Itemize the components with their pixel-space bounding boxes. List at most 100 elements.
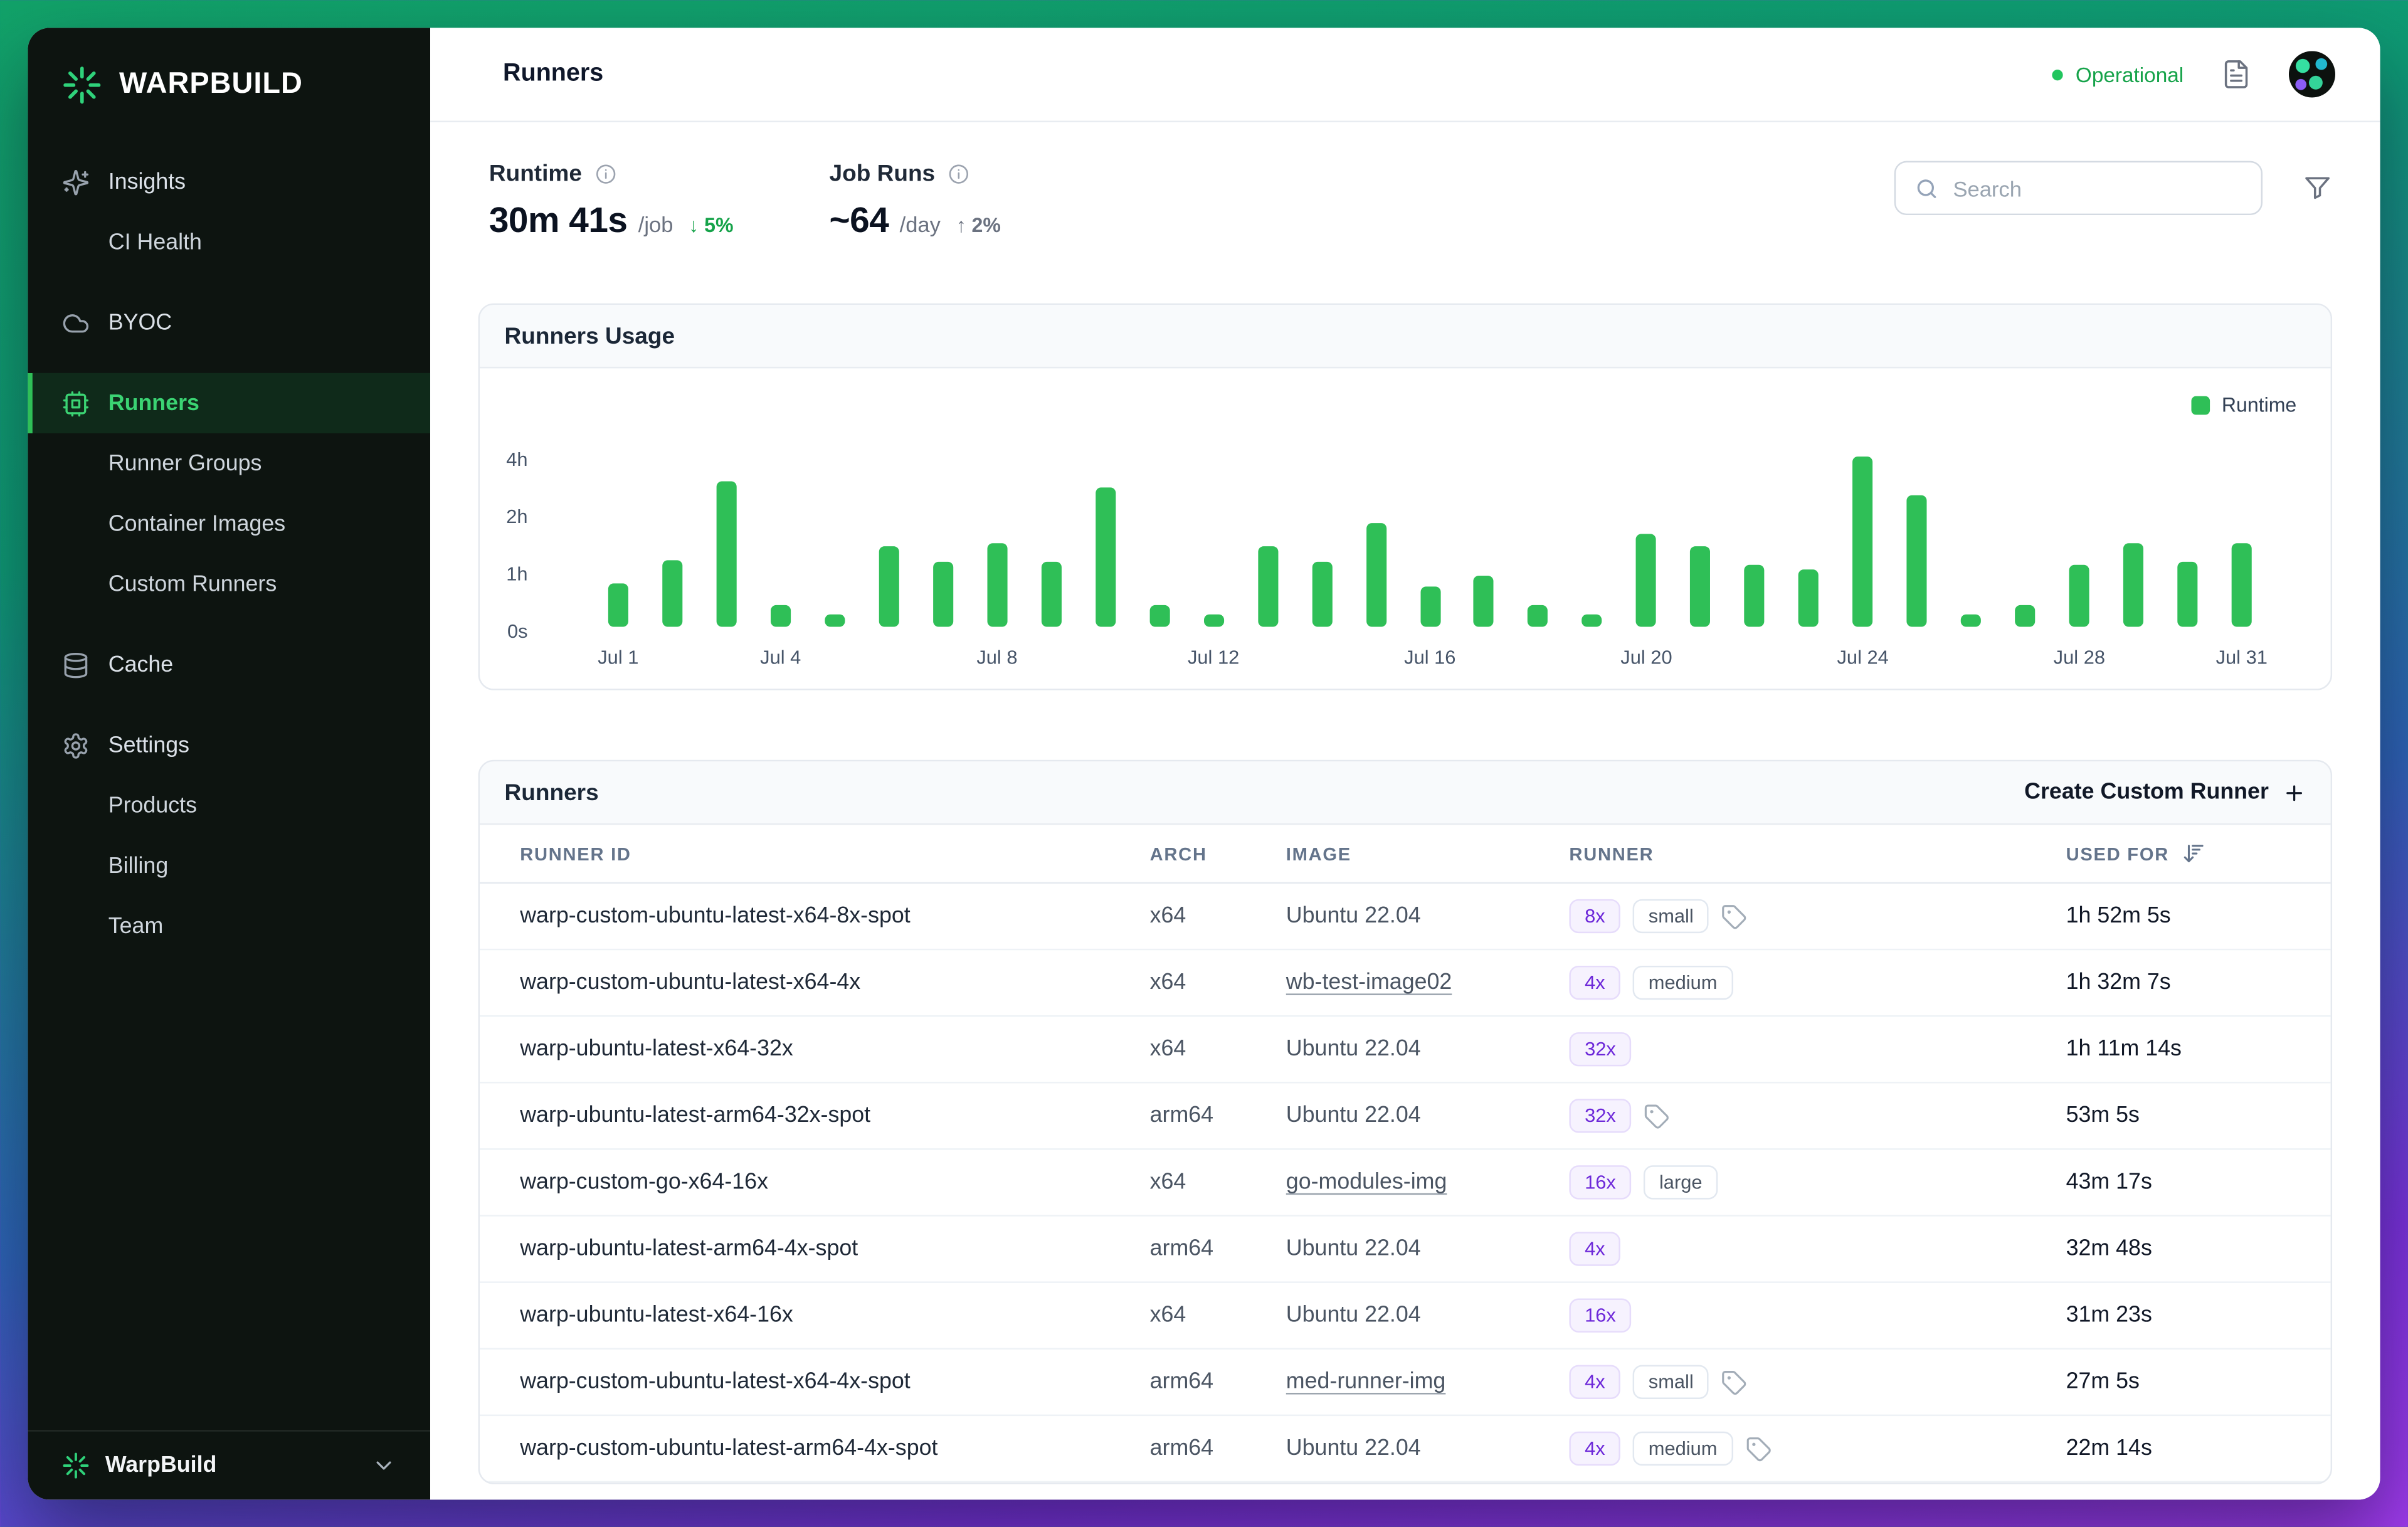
runner-row[interactable]: warp-custom-ubuntu-latest-x64-8x-spot x64… xyxy=(480,884,2331,951)
runner-id: warp-custom-ubuntu-latest-arm64-4x-spot xyxy=(520,1436,938,1461)
sidebar-item-byoc[interactable]: BYOC xyxy=(28,292,430,352)
sidebar-item-container-images[interactable]: Container Images xyxy=(28,494,430,554)
sidebar-item-products[interactable]: Products xyxy=(28,775,430,835)
bar-slot xyxy=(1133,446,1186,627)
sidebar-item-ci-health[interactable]: CI Health xyxy=(28,212,430,272)
sidebar-item-settings[interactable]: Settings xyxy=(28,715,430,775)
runner-used-for: 22m 14s xyxy=(2066,1436,2152,1461)
usage-bar xyxy=(662,561,683,627)
bar-slot xyxy=(1457,446,1511,627)
runner-row[interactable]: warp-ubuntu-latest-arm64-4x-spot arm64 Ubu… xyxy=(480,1217,2331,1283)
runner-chip-icon xyxy=(62,389,90,417)
runner-row[interactable]: warp-custom-ubuntu-latest-x64-4x-spot arm… xyxy=(480,1350,2331,1417)
bar-slot xyxy=(591,446,645,627)
runner-id: warp-ubuntu-latest-arm64-32x-spot xyxy=(520,1103,871,1129)
org-switcher[interactable]: WarpBuild xyxy=(28,1430,431,1499)
runner-arch: arm64 xyxy=(1149,1436,1214,1461)
status-badge[interactable]: Operational xyxy=(2052,63,2184,86)
sidebar-item-label: Products xyxy=(108,793,197,818)
runner-row[interactable]: warp-custom-go-x64-16x x64 go-modules-img 1… xyxy=(480,1150,2331,1217)
docs-icon[interactable] xyxy=(2221,59,2251,90)
sort-descending-icon[interactable] xyxy=(2182,842,2205,865)
create-custom-runner-button[interactable]: Create Custom Runner xyxy=(2024,780,2306,805)
bar-slot xyxy=(808,446,862,627)
runner-image-cell: Ubuntu 22.04 xyxy=(1286,1303,1570,1328)
bar-slot xyxy=(1403,446,1457,627)
stat-value: 30m 41s xyxy=(488,199,628,240)
trend-up-indicator: ↑ 2% xyxy=(956,213,1001,237)
bar-slot xyxy=(1998,446,2052,627)
tag-icon xyxy=(1644,1102,1670,1129)
logo-text: WARPBUILD xyxy=(119,68,303,101)
stats-row: Runtime 30m 41s /job ↓ 5% Job Runs ~64 /… xyxy=(478,122,2333,241)
runner-used-for: 1h 11m 14s xyxy=(2066,1037,2182,1062)
info-icon[interactable] xyxy=(594,162,618,186)
bar-slot xyxy=(862,446,916,627)
runner-id: warp-custom-go-x64-16x xyxy=(520,1170,768,1195)
sidebar-item-label: Runner Groups xyxy=(108,451,262,476)
y-axis-label: 0s xyxy=(507,620,528,643)
sidebar-item-custom-runners[interactable]: Custom Runners xyxy=(28,554,430,614)
avatar[interactable] xyxy=(2288,51,2336,98)
runner-badges: 4x small xyxy=(1569,1365,2066,1399)
bar-slot xyxy=(1240,446,1294,627)
search-cluster xyxy=(1894,161,2332,216)
bar-slot xyxy=(1619,446,1673,627)
y-axis-label: 2h xyxy=(506,505,528,528)
image-link[interactable]: wb-test-image02 xyxy=(1286,970,1452,995)
size-badge: small xyxy=(1633,899,1709,934)
runner-row[interactable]: warp-ubuntu-latest-x64-32x x64 Ubuntu 22.0… xyxy=(480,1017,2331,1084)
runner-row[interactable]: warp-custom-ubuntu-latest-arm64-4x-spot a… xyxy=(480,1416,2331,1483)
usage-bar xyxy=(1041,562,1062,627)
usage-chart-plot: Jul 1 Jul 4 Jul 8 Jul 12 Jul 16 Jul 20 Jul 24 J… xyxy=(591,446,2269,668)
runners-card: Runners Create Custom Runner RUNNER ID A… xyxy=(478,759,2333,1484)
search-box[interactable] xyxy=(1894,161,2263,216)
filter-icon[interactable] xyxy=(2303,173,2332,203)
runner-id: warp-ubuntu-latest-arm64-4x-spot xyxy=(520,1236,858,1262)
sidebar-item-cache[interactable]: Cache xyxy=(28,635,430,695)
sidebar-item-runner-groups[interactable]: Runner Groups xyxy=(28,433,430,494)
sidebar: WARPBUILD Insights CI Health BYOC Runner… xyxy=(28,28,431,1500)
sidebar-item-runners[interactable]: Runners xyxy=(28,373,431,434)
stat-runtime: Runtime 30m 41s /job ↓ 5% xyxy=(489,161,734,241)
image-link[interactable]: go-modules-img xyxy=(1286,1170,1447,1195)
info-icon[interactable] xyxy=(948,162,971,186)
usage-bar xyxy=(1852,457,1873,627)
runner-row[interactable]: warp-ubuntu-latest-x64-16x x64 Ubuntu 22.0… xyxy=(480,1283,2331,1350)
runners-card-title: Runners xyxy=(504,779,599,806)
bar-slot xyxy=(1836,446,1890,627)
multiplier-badge: 16x xyxy=(1569,1298,1632,1333)
bar-slot xyxy=(645,446,699,627)
multiplier-badge: 8x xyxy=(1569,899,1621,934)
search-input[interactable] xyxy=(1953,176,2242,201)
usage-bar xyxy=(2123,543,2144,627)
usage-bar xyxy=(1582,613,1603,627)
runner-badges: 16x xyxy=(1569,1298,2066,1333)
image-link[interactable]: med-runner-img xyxy=(1286,1370,1446,1394)
sidebar-item-insights[interactable]: Insights xyxy=(28,152,430,212)
usage-bar xyxy=(879,546,899,627)
bar-slot xyxy=(699,446,753,627)
sidebar-item-label: Custom Runners xyxy=(108,571,277,597)
image-name: Ubuntu 22.04 xyxy=(1286,1037,1421,1062)
runner-arch: x64 xyxy=(1149,1302,1186,1328)
bar-slot xyxy=(754,446,808,627)
runner-badges: 4x medium xyxy=(1569,1431,2066,1466)
runner-used-for: 53m 5s xyxy=(2066,1103,2140,1129)
bar-slot xyxy=(1782,446,1835,627)
image-name: Ubuntu 22.04 xyxy=(1286,1236,1421,1262)
sparkles-icon xyxy=(62,168,90,196)
sidebar-item-label: Cache xyxy=(108,652,174,677)
usage-chart: Runtime 4h 2h 1h 0s Jul 1 Jul 4 Jul 8 Jul 1… xyxy=(480,368,2331,689)
sidebar-item-label: Insights xyxy=(108,169,186,194)
runner-row[interactable]: warp-custom-ubuntu-latest-x64-4x x64 wb-te… xyxy=(480,950,2331,1017)
sidebar-item-billing[interactable]: Billing xyxy=(28,836,430,896)
usage-bar xyxy=(1257,546,1278,627)
bar-slot xyxy=(1565,446,1619,627)
runner-row[interactable]: warp-ubuntu-latest-arm64-32x-spot arm64 Ub… xyxy=(480,1084,2331,1150)
size-badge: large xyxy=(1644,1165,1718,1200)
x-axis-label: Jul 24 xyxy=(1837,647,1889,669)
usage-bar xyxy=(1636,533,1657,627)
runner-image-cell: Ubuntu 22.04 xyxy=(1286,1237,1570,1261)
sidebar-item-team[interactable]: Team xyxy=(28,896,430,956)
